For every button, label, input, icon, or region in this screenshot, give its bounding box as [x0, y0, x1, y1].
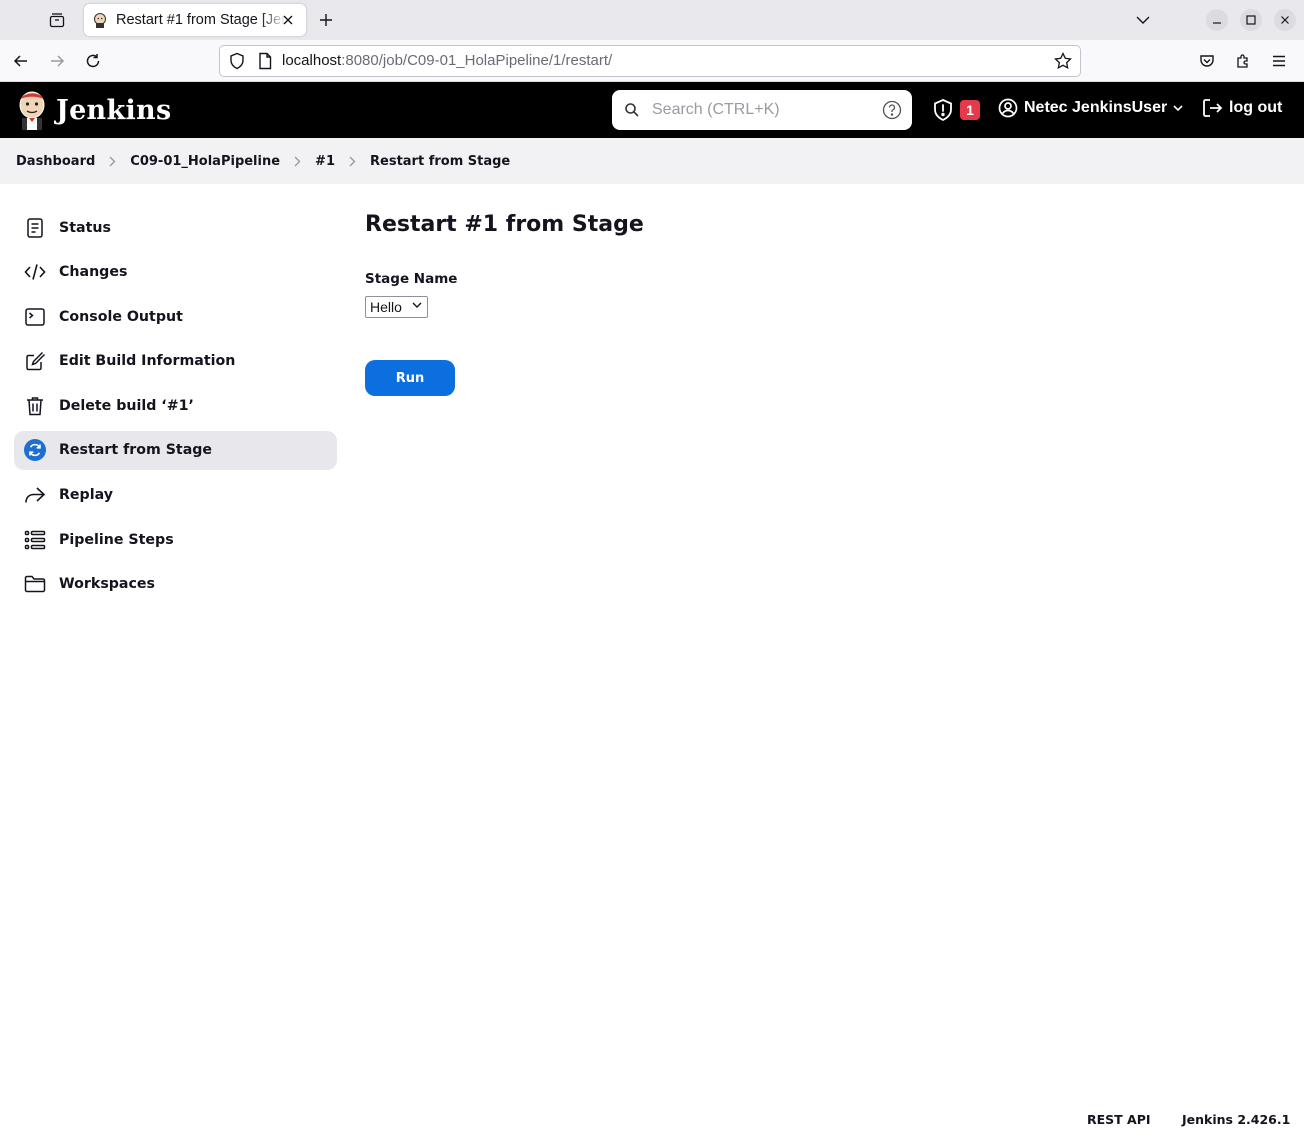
- bookmark-star-icon[interactable]: [1054, 52, 1072, 70]
- page-title: Restart #1 from Stage: [365, 212, 644, 237]
- minimize-icon[interactable]: [1205, 8, 1229, 32]
- sidebar-item-changes[interactable]: Changes: [14, 253, 337, 292]
- trash-icon: [24, 395, 46, 417]
- sidebar-item-label: Changes: [59, 264, 128, 281]
- stage-name-select[interactable]: Hello: [365, 296, 428, 318]
- tracking-shield-icon[interactable]: [228, 52, 246, 70]
- help-icon[interactable]: [882, 100, 902, 120]
- stage-name-label: Stage Name: [365, 271, 458, 287]
- edit-icon: [24, 350, 46, 372]
- list-all-tabs-icon[interactable]: [1131, 8, 1155, 32]
- user-menu[interactable]: Netec JenkinsUser: [998, 98, 1183, 118]
- restart-icon: [24, 439, 46, 462]
- list-icon: [24, 529, 46, 551]
- breadcrumb-job[interactable]: C09-01_HolaPipeline: [130, 154, 280, 169]
- folder-icon: [24, 573, 46, 595]
- search-input[interactable]: [652, 98, 872, 122]
- logout-icon: [1203, 99, 1223, 117]
- sidebar-item-delete-build[interactable]: Delete build ‘#1’: [14, 386, 337, 425]
- security-alerts[interactable]: 1: [932, 98, 980, 122]
- jenkins-butler-icon: [19, 91, 45, 130]
- sidebar-item-label: Pipeline Steps: [59, 531, 174, 548]
- sidebar-item-label: Edit Build Information: [59, 353, 236, 370]
- sidebar: Status Changes Console Output Edit Build…: [14, 208, 337, 609]
- jenkins-logo[interactable]: Jenkins: [16, 90, 171, 130]
- stage-select-wrapper: Hello: [365, 296, 428, 318]
- pocket-icon[interactable]: [1194, 48, 1220, 74]
- chevron-right-icon: [294, 156, 301, 167]
- replay-icon: [24, 484, 46, 506]
- reload-icon[interactable]: [80, 48, 106, 74]
- search-box[interactable]: [612, 90, 912, 130]
- close-tab-icon[interactable]: [278, 10, 298, 30]
- sidebar-item-label: Delete build ‘#1’: [59, 397, 194, 414]
- page-info-icon[interactable]: [256, 52, 274, 70]
- breadcrumb-dashboard[interactable]: Dashboard: [16, 154, 95, 169]
- sidebar-item-status[interactable]: Status: [14, 208, 337, 247]
- jenkins-header: Jenkins 1 Netec JenkinsUser log out: [0, 82, 1304, 138]
- logout-link[interactable]: log out: [1202, 98, 1282, 118]
- browser-tab-bar: Restart #1 from Stage [Jenkins]: [0, 0, 1304, 40]
- breadcrumb: Dashboard C09-01_HolaPipeline #1 Restart…: [0, 138, 1304, 184]
- extensions-icon[interactable]: [1230, 48, 1256, 74]
- breadcrumb-current[interactable]: Restart from Stage: [370, 154, 510, 169]
- shield-alert-icon: [934, 99, 952, 122]
- sidebar-item-console-output[interactable]: Console Output: [14, 297, 337, 336]
- sidebar-item-restart-from-stage[interactable]: Restart from Stage: [14, 430, 337, 470]
- user-avatar-icon: [998, 98, 1018, 118]
- url-text[interactable]: localhost:8080/job/C09-01_HolaPipeline/1…: [282, 52, 612, 69]
- run-button[interactable]: Run: [365, 360, 455, 396]
- url-path: :8080/job/C09-01_HolaPipeline/1/restart/: [341, 52, 613, 69]
- url-host: localhost: [282, 52, 342, 69]
- main-content: Restart #1 from Stage Stage Name Hello R…: [365, 208, 644, 396]
- sidebar-item-label: Replay: [59, 487, 113, 504]
- logo-text: Jenkins: [56, 94, 172, 126]
- maximize-icon[interactable]: [1239, 8, 1263, 32]
- sidebar-item-workspaces[interactable]: Workspaces: [14, 565, 337, 604]
- app-menu-icon[interactable]: [1266, 48, 1292, 74]
- rest-api-link[interactable]: REST API: [1087, 1112, 1151, 1127]
- security-count-badge: 1: [960, 100, 980, 120]
- tab-list-icon[interactable]: [42, 6, 72, 34]
- forward-icon[interactable]: [44, 48, 70, 74]
- close-window-icon[interactable]: [1273, 8, 1297, 32]
- logout-label: log out: [1229, 99, 1283, 116]
- back-icon[interactable]: [8, 48, 34, 74]
- browser-nav-bar: localhost:8080/job/C09-01_HolaPipeline/1…: [0, 40, 1304, 82]
- sidebar-item-label: Console Output: [59, 308, 183, 325]
- chevron-right-icon: [349, 156, 356, 167]
- new-tab-icon[interactable]: [314, 8, 338, 32]
- user-name: Netec JenkinsUser: [1024, 99, 1168, 116]
- document-icon: [24, 217, 46, 239]
- jenkins-favicon-icon: [94, 13, 106, 28]
- sidebar-item-replay[interactable]: Replay: [14, 476, 337, 515]
- sidebar-item-label: Workspaces: [59, 576, 155, 593]
- browser-tab[interactable]: Restart #1 from Stage [Jenkins]: [84, 4, 306, 36]
- chevron-right-icon: [109, 156, 116, 167]
- chevron-down-icon: [1173, 104, 1183, 111]
- breadcrumb-build[interactable]: #1: [315, 154, 335, 169]
- sidebar-item-edit-build-information[interactable]: Edit Build Information: [14, 342, 337, 381]
- sidebar-item-label: Status: [59, 219, 111, 236]
- sidebar-item-label: Restart from Stage: [59, 442, 213, 459]
- sidebar-item-pipeline-steps[interactable]: Pipeline Steps: [14, 520, 337, 559]
- jenkins-version-link[interactable]: Jenkins 2.426.1: [1182, 1112, 1290, 1127]
- search-icon: [625, 103, 639, 117]
- address-bar[interactable]: localhost:8080/job/C09-01_HolaPipeline/1…: [219, 45, 1081, 77]
- tab-title: Restart #1 from Stage [Jenkins]: [116, 12, 286, 28]
- code-icon: [24, 261, 46, 283]
- terminal-icon: [24, 306, 46, 328]
